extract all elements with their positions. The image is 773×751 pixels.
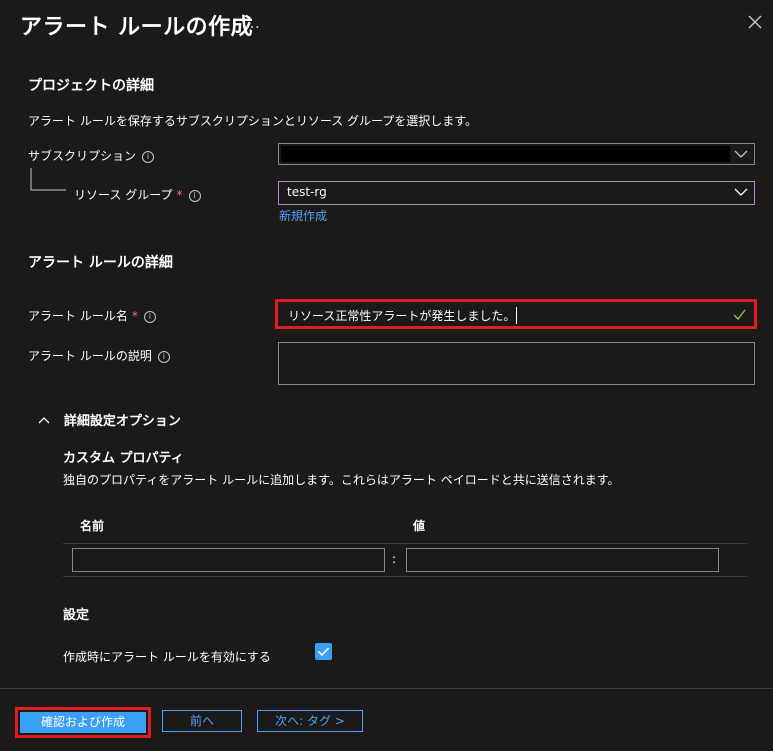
rule-description-label: アラート ルールの説明 i: [28, 347, 170, 364]
subscription-select[interactable]: [278, 143, 755, 165]
rule-name-highlight: リソース正常性アラートが発生しました。: [275, 299, 757, 329]
more-options-button[interactable]: …: [244, 13, 260, 32]
advanced-options-toggle[interactable]: 詳細設定オプション: [38, 410, 181, 429]
info-icon[interactable]: i: [143, 310, 156, 323]
table-row-divider: [63, 576, 747, 577]
rule-description-textarea[interactable]: [278, 342, 755, 385]
create-new-link[interactable]: 新規作成: [279, 207, 327, 224]
review-create-button[interactable]: 確認および作成: [20, 712, 146, 733]
rule-name-value: リソース正常性アラートが発生しました。: [288, 307, 518, 324]
subscription-label: サブスクリプション i: [28, 147, 155, 164]
info-icon[interactable]: i: [157, 350, 170, 363]
project-description: アラート ルールを保存するサブスクリプションとリソース グループを選択します。: [28, 114, 478, 128]
project-section-title: プロジェクトの詳細: [28, 78, 154, 94]
info-icon[interactable]: i: [188, 189, 201, 202]
checkmark-icon: [317, 647, 330, 657]
resource-group-label: リソース グループ * i: [74, 186, 201, 203]
column-header-name: 名前: [80, 519, 105, 533]
settings-title: 設定: [63, 608, 90, 623]
rule-section-title: アラート ルールの詳細: [28, 255, 173, 271]
resource-group-label-text: リソース グループ: [74, 188, 173, 202]
next-tags-button[interactable]: 次へ: タグ >: [257, 710, 363, 732]
previous-button[interactable]: 前へ: [162, 710, 242, 732]
resource-group-select[interactable]: test-rg: [278, 181, 755, 205]
checkmark-icon: [733, 309, 746, 320]
subscription-label-text: サブスクリプション: [28, 149, 137, 163]
rule-name-label: アラート ルール名 * i: [28, 307, 156, 324]
property-value-input[interactable]: [406, 548, 719, 572]
rule-name-input[interactable]: リソース正常性アラートが発生しました。: [279, 303, 753, 325]
advanced-options-label: 詳細設定オプション: [63, 414, 181, 429]
chevron-down-icon: [734, 188, 748, 196]
info-icon[interactable]: i: [142, 150, 155, 163]
tree-connector: [30, 168, 66, 191]
table-header-divider: [63, 543, 747, 544]
custom-properties-description: 独自のプロパティをアラート ルールに追加します。これらはアラート ペイロードと共…: [63, 473, 620, 487]
required-marker: *: [176, 188, 183, 202]
key-value-separator: :: [392, 552, 397, 566]
enable-on-create-checkbox[interactable]: [315, 643, 332, 660]
property-name-input[interactable]: [72, 548, 385, 572]
required-marker: *: [131, 309, 138, 323]
enable-on-create-label: 作成時にアラート ルールを有効にする: [63, 650, 271, 664]
close-icon: [748, 15, 762, 29]
chevron-down-icon: [734, 150, 748, 158]
review-create-highlight: 確認および作成: [15, 707, 151, 738]
rule-name-label-text: アラート ルール名: [28, 309, 128, 323]
footer-divider: [0, 688, 773, 689]
rule-description-label-text: アラート ルールの説明: [28, 349, 152, 363]
page-title: アラート ルールの作成: [20, 15, 254, 40]
subscription-value: [281, 146, 730, 162]
column-header-value: 値: [413, 519, 426, 533]
chevron-up-icon: [38, 416, 50, 423]
custom-properties-title: カスタム プロパティ: [63, 451, 184, 466]
close-button[interactable]: [745, 12, 765, 32]
resource-group-value: test-rg: [287, 185, 327, 199]
